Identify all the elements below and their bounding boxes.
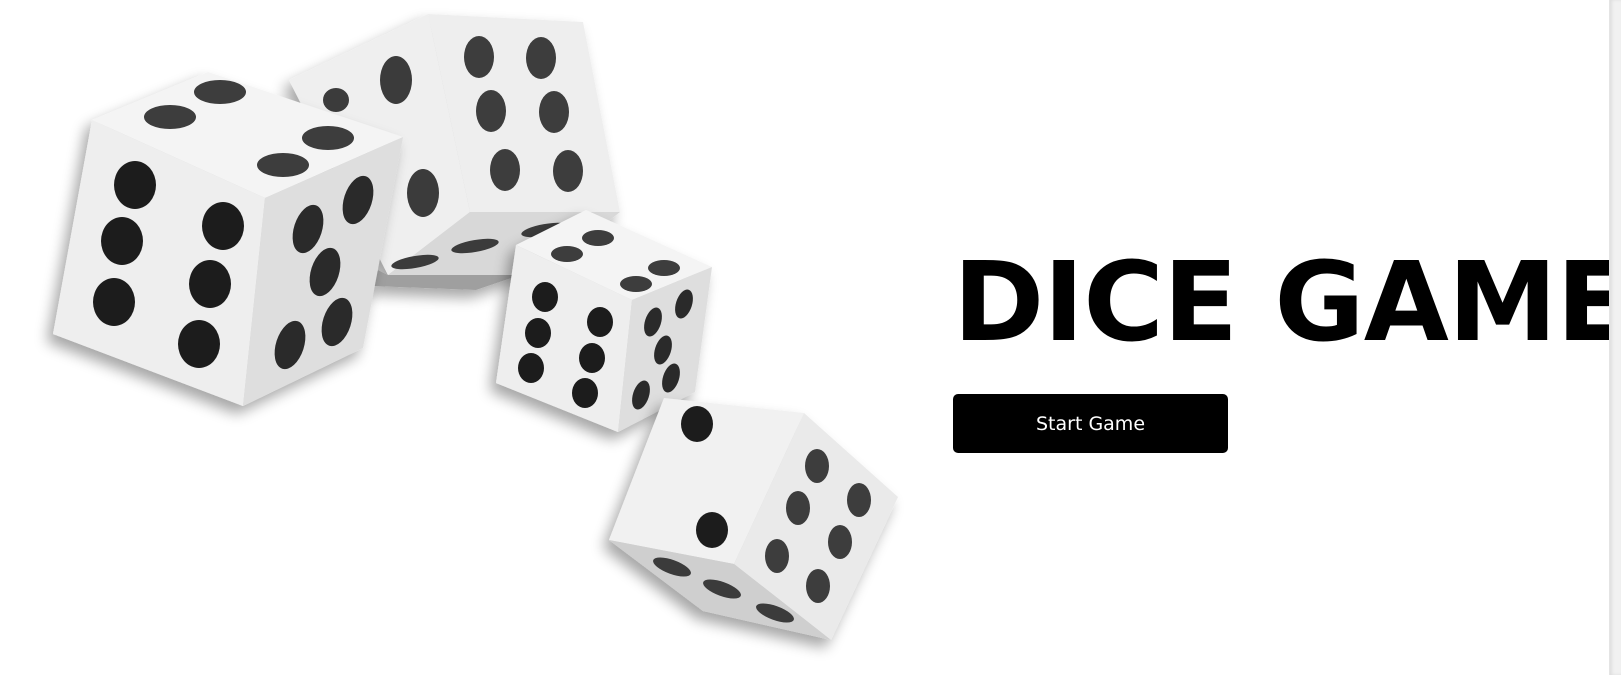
tilted-die <box>609 398 898 640</box>
landing-page: DICE GAME Start Game <box>0 0 1621 675</box>
dice-icon <box>53 14 898 640</box>
large-die <box>53 72 403 406</box>
page-title: DICE GAME <box>953 238 1621 366</box>
start-game-button[interactable]: Start Game <box>953 394 1228 453</box>
small-die <box>496 210 712 432</box>
vertical-scrollbar[interactable] <box>1609 0 1621 675</box>
